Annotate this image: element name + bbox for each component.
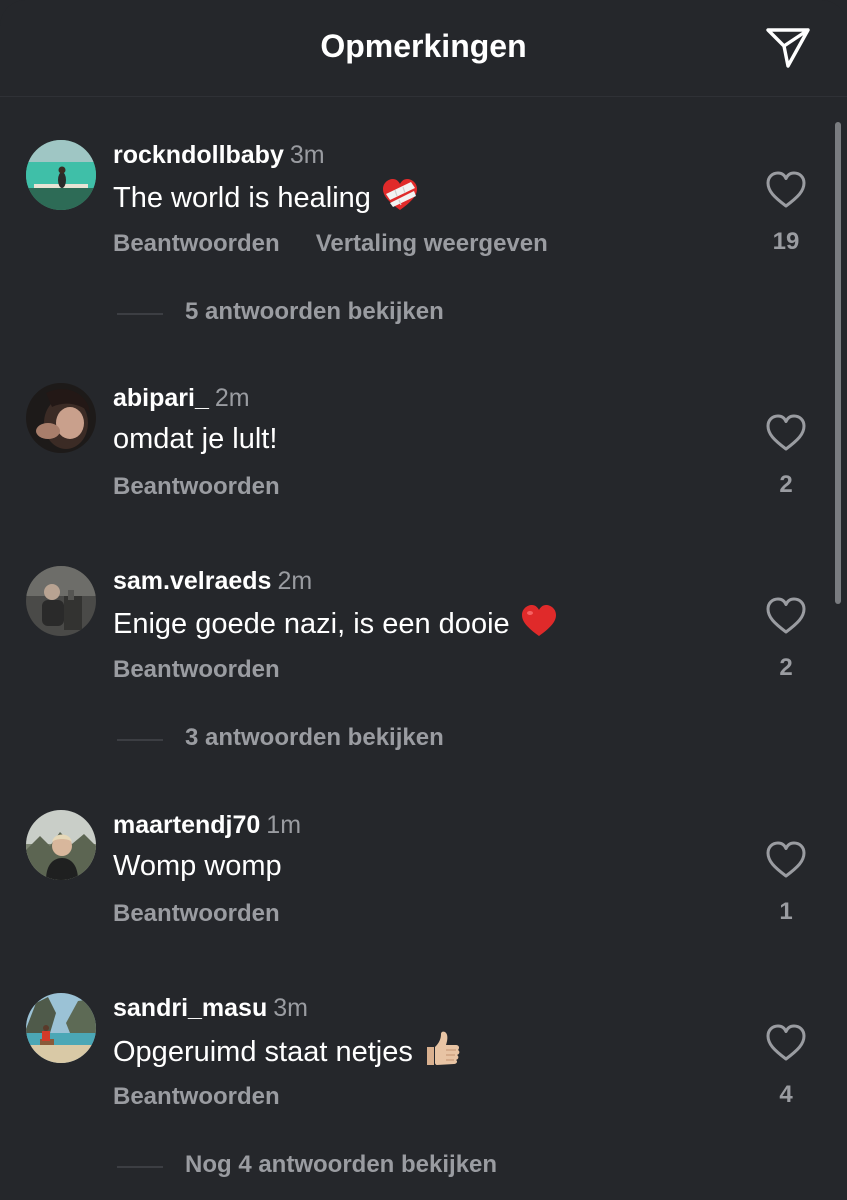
comment-actions: Beantwoorden Vertaling weergeven bbox=[113, 230, 548, 258]
reply-button[interactable]: Beantwoorden bbox=[113, 900, 280, 927]
timestamp: 3m bbox=[273, 994, 308, 1022]
avatar-image bbox=[26, 383, 96, 453]
replies-divider bbox=[117, 313, 163, 315]
username[interactable]: maartendj70 bbox=[113, 811, 260, 839]
like-count: 1 bbox=[779, 898, 793, 925]
page-title: Opmerkingen bbox=[320, 28, 527, 64]
view-replies-label[interactable]: 3 antwoorden bekijken bbox=[185, 724, 444, 752]
comment-text: omdat je lult! bbox=[113, 421, 277, 457]
translate-button[interactable]: Vertaling weergeven bbox=[316, 230, 548, 257]
avatar[interactable] bbox=[26, 993, 96, 1063]
comment-meta: maartendj70 1m bbox=[113, 810, 301, 840]
scrollbar[interactable] bbox=[835, 122, 841, 604]
timestamp: 3m bbox=[289, 141, 325, 169]
share-button[interactable] bbox=[763, 22, 813, 72]
comment-meta: sandri_masu 3m bbox=[113, 993, 308, 1023]
like-button[interactable] bbox=[764, 840, 808, 880]
comment-actions: Beantwoorden bbox=[113, 656, 280, 684]
comment-body: Enige goede nazi, is een dooie bbox=[113, 608, 510, 641]
avatar-image bbox=[26, 140, 96, 210]
like-button[interactable] bbox=[764, 170, 808, 210]
avatar[interactable] bbox=[26, 566, 96, 636]
avatar[interactable] bbox=[26, 383, 96, 453]
like-count: 4 bbox=[779, 1081, 793, 1108]
like-button[interactable] bbox=[764, 1023, 808, 1063]
comment-text: Womp womp bbox=[113, 848, 282, 884]
comment-body: Womp womp bbox=[113, 850, 282, 882]
username[interactable]: sandri_masu bbox=[113, 994, 267, 1022]
username[interactable]: rockndollbaby bbox=[113, 141, 284, 169]
heart-icon bbox=[766, 841, 806, 878]
comments-sheet: Opmerkingen rockndollbaby3m The world i bbox=[0, 0, 847, 1200]
heart-icon bbox=[766, 414, 806, 451]
view-replies[interactable]: 5 antwoorden bekijken bbox=[117, 298, 817, 328]
comment-actions: Beantwoorden bbox=[113, 1083, 280, 1111]
thumbs-up-icon bbox=[423, 1031, 461, 1076]
comment-body: Opgeruimd staat netjes bbox=[113, 1036, 413, 1069]
reply-button[interactable]: Beantwoorden bbox=[113, 1083, 280, 1110]
comment-meta: abipari_ 2m bbox=[113, 383, 250, 413]
timestamp: 2m bbox=[277, 567, 313, 595]
view-replies[interactable]: 3 antwoorden bekijken bbox=[117, 724, 817, 754]
comment-text: Enige goede nazi, is een dooie bbox=[113, 604, 558, 647]
like-count: 2 bbox=[779, 471, 793, 498]
like-count: 2 bbox=[779, 654, 793, 681]
comment-text: Opgeruimd staat netjes bbox=[113, 1031, 461, 1076]
like-button[interactable] bbox=[764, 413, 808, 453]
avatar-image bbox=[26, 993, 96, 1063]
avatar[interactable] bbox=[26, 810, 96, 880]
comment-body: omdat je lult! bbox=[113, 423, 278, 455]
heart-icon bbox=[766, 171, 806, 208]
comment-meta: rockndollbaby 3m bbox=[113, 140, 325, 170]
comment-meta: sam.velraeds 2m bbox=[113, 566, 312, 596]
timestamp: 2m bbox=[214, 384, 250, 412]
mending-heart-icon bbox=[381, 178, 419, 221]
heart-icon bbox=[766, 597, 806, 634]
comment-text: The world is healing bbox=[113, 178, 419, 221]
avatar-image bbox=[26, 566, 96, 636]
like-count: 19 bbox=[772, 228, 800, 255]
view-replies[interactable]: Nog 4 antwoorden bekijken bbox=[117, 1151, 817, 1181]
reply-button[interactable]: Beantwoorden bbox=[113, 230, 280, 257]
timestamp: 1m bbox=[266, 811, 302, 839]
avatar-image bbox=[26, 810, 96, 880]
paper-plane-icon bbox=[766, 28, 810, 68]
comment-body: The world is healing bbox=[113, 182, 371, 215]
heart-icon bbox=[766, 1024, 806, 1061]
username[interactable]: abipari_ bbox=[113, 384, 209, 412]
view-replies-label[interactable]: 5 antwoorden bekijken bbox=[185, 298, 444, 326]
avatar[interactable] bbox=[26, 140, 96, 210]
username[interactable]: sam.velraeds bbox=[113, 567, 271, 595]
comment-actions: Beantwoorden bbox=[113, 473, 280, 501]
red-heart-icon bbox=[520, 604, 558, 647]
reply-button[interactable]: Beantwoorden bbox=[113, 656, 280, 683]
header: Opmerkingen bbox=[0, 0, 847, 97]
view-replies-label[interactable]: Nog 4 antwoorden bekijken bbox=[185, 1151, 497, 1179]
reply-button[interactable]: Beantwoorden bbox=[113, 473, 280, 500]
replies-divider bbox=[117, 739, 163, 741]
replies-divider bbox=[117, 1166, 163, 1168]
like-button[interactable] bbox=[764, 596, 808, 636]
comment-actions: Beantwoorden bbox=[113, 900, 280, 928]
